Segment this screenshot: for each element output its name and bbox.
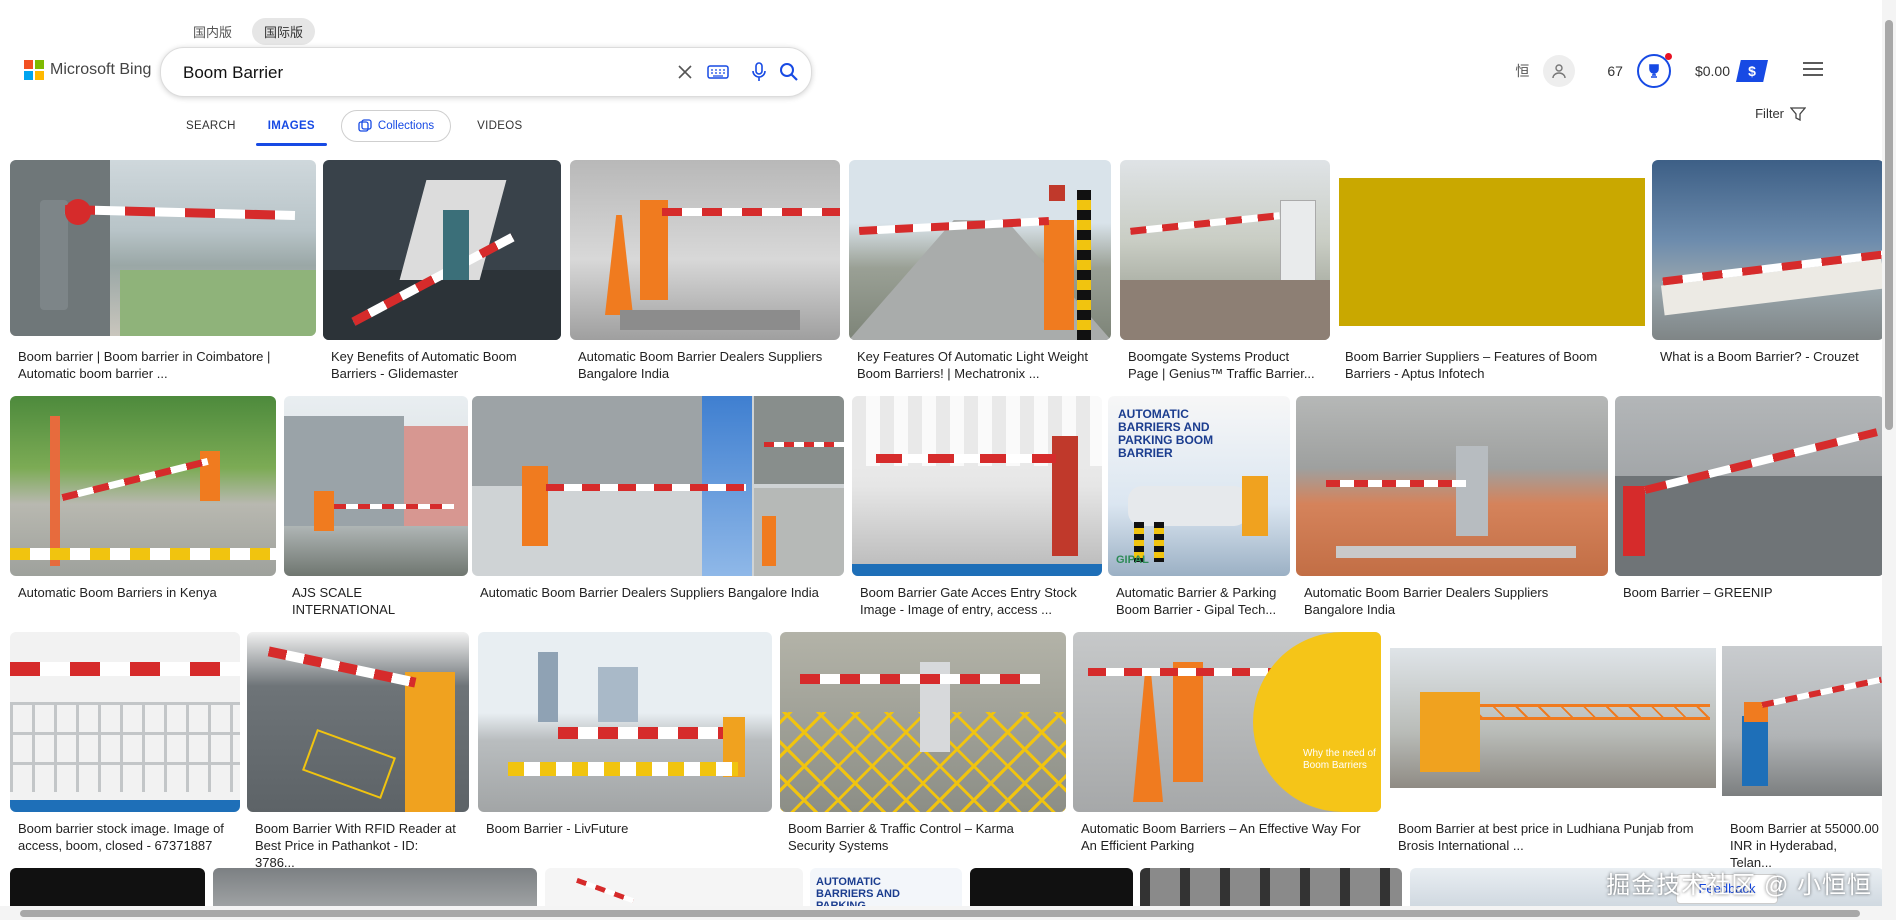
result-image[interactable] (570, 160, 840, 340)
result-caption[interactable]: Automatic Barrier & Parking Boom Barrier… (1116, 584, 1282, 618)
collections-icon (358, 119, 372, 132)
horizontal-scrollbar[interactable] (0, 906, 1882, 920)
microphone-icon[interactable] (747, 60, 771, 84)
search-tabs: SEARCH IMAGES Collections VIDEOS (170, 108, 538, 146)
result-caption[interactable]: Boom Barrier Gate Acces Entry Stock Imag… (860, 584, 1094, 618)
result-caption[interactable]: Automatic Boom Barrier Dealers Suppliers… (480, 584, 836, 601)
clear-icon[interactable] (673, 60, 697, 84)
result-image[interactable] (284, 396, 468, 576)
result-image[interactable] (1390, 632, 1716, 812)
banner-text: AUTOMATIC BARRIERS AND PARKING BOOM BARR… (1118, 407, 1214, 460)
search-box (160, 47, 812, 97)
result-image[interactable] (10, 632, 240, 812)
result-image[interactable] (323, 160, 561, 340)
result-caption[interactable]: Boom Barrier – GREENIP (1623, 584, 1876, 601)
result-image[interactable] (1120, 160, 1330, 340)
result-caption[interactable]: Key Benefits of Automatic Boom Barriers … (331, 348, 555, 382)
menu-icon[interactable] (1802, 61, 1824, 82)
result-image[interactable]: Why the need of Boom Barriers (1073, 632, 1381, 812)
result-caption[interactable]: Boom Barrier at 55000.00 INR in Hyderaba… (1730, 820, 1880, 871)
rewards-points[interactable]: 67 (1607, 63, 1623, 79)
result-image[interactable] (849, 160, 1111, 340)
scroll-thumb[interactable] (1885, 20, 1893, 430)
result-caption[interactable]: Automatic Boom Barriers – An Effective W… (1081, 820, 1373, 854)
result-caption[interactable]: Boom barrier stock image. Image of acces… (18, 820, 232, 854)
avatar[interactable] (1543, 55, 1576, 87)
funnel-icon (1790, 106, 1806, 121)
overlay-text: Why the need of Boom Barriers (1303, 748, 1376, 771)
result-caption[interactable]: Boomgate Systems Product Page | Genius™ … (1128, 348, 1322, 382)
version-switch: 国内版 国际版 (181, 18, 316, 45)
rewards-trophy-icon[interactable] (1636, 53, 1672, 88)
logo-text: Microsoft Bing (50, 61, 152, 78)
version-domestic[interactable]: 国内版 (181, 18, 244, 45)
gipal-logo-text: GIPAL (1116, 554, 1149, 566)
result-caption[interactable]: Boom Barrier Suppliers – Features of Boo… (1345, 348, 1639, 382)
result-image[interactable] (780, 632, 1066, 812)
result-image[interactable] (1296, 396, 1608, 576)
search-input[interactable] (181, 60, 615, 86)
notification-dot (1664, 53, 1672, 60)
search-icon[interactable] (777, 60, 801, 84)
vertical-scrollbar[interactable] (1882, 0, 1896, 920)
result-caption[interactable]: AJS SCALE INTERNATIONAL (292, 584, 460, 618)
result-caption[interactable]: Boom Barrier With RFID Reader at Best Pr… (255, 820, 461, 871)
result-caption[interactable]: Boom Barrier & Traffic Control – Karma S… (788, 820, 1058, 854)
translate-icon[interactable]: 恒 (1515, 61, 1529, 81)
filter-button[interactable]: Filter (1755, 106, 1806, 121)
result-caption[interactable]: Key Features Of Automatic Light Weight B… (857, 348, 1103, 382)
result-caption[interactable]: Boom barrier | Boom barrier in Coimbator… (18, 348, 308, 382)
account-tools: 恒 67 $0.00 $ (1515, 53, 1824, 88)
balance-amount[interactable]: $0.00 (1695, 63, 1730, 79)
result-caption[interactable]: Automatic Boom Barrier Dealers Suppliers… (1304, 584, 1600, 618)
tab-images[interactable]: IMAGES (252, 108, 331, 146)
tab-collections[interactable]: Collections (340, 110, 452, 142)
result-caption[interactable]: Boom Barrier - LivFuture (486, 820, 764, 837)
dollar-badge-icon[interactable]: $ (1736, 60, 1768, 82)
result-image[interactable] (1615, 396, 1884, 576)
tab-search[interactable]: SEARCH (170, 108, 252, 144)
result-image[interactable] (472, 396, 844, 576)
result-caption[interactable]: Automatic Boom Barrier Dealers Suppliers… (578, 348, 832, 382)
header-bar: 国内版 国际版 Microsoft Bing SEARCH IMAGES Col… (0, 0, 1896, 150)
bing-logo[interactable]: Microsoft Bing (24, 60, 151, 80)
tab-videos[interactable]: VIDEOS (461, 108, 538, 144)
result-image[interactable] (10, 160, 316, 336)
result-image[interactable] (1652, 160, 1884, 340)
result-caption[interactable]: What is a Boom Barrier? - Crouzet (1660, 348, 1876, 365)
watermark: 掘金技术社区 @ 小恒恒 (1606, 872, 1872, 899)
result-image[interactable] (1337, 160, 1647, 340)
scroll-thumb[interactable] (20, 910, 1860, 917)
keyboard-icon[interactable] (706, 60, 730, 84)
result-caption[interactable]: Automatic Boom Barriers in Kenya (18, 584, 268, 601)
result-image[interactable] (1722, 632, 1884, 812)
version-international[interactable]: 国际版 (252, 18, 316, 45)
microsoft-logo-icon (24, 60, 44, 80)
result-image[interactable] (10, 396, 276, 576)
result-image[interactable] (247, 632, 469, 812)
result-image[interactable] (478, 632, 772, 812)
result-image[interactable] (852, 396, 1102, 576)
result-image[interactable]: AUTOMATIC BARRIERS AND PARKING BOOM BARR… (1108, 396, 1290, 576)
collections-label: Collections (377, 120, 435, 132)
filter-label: Filter (1755, 106, 1784, 121)
result-caption[interactable]: Boom Barrier at best price in Ludhiana P… (1398, 820, 1708, 854)
